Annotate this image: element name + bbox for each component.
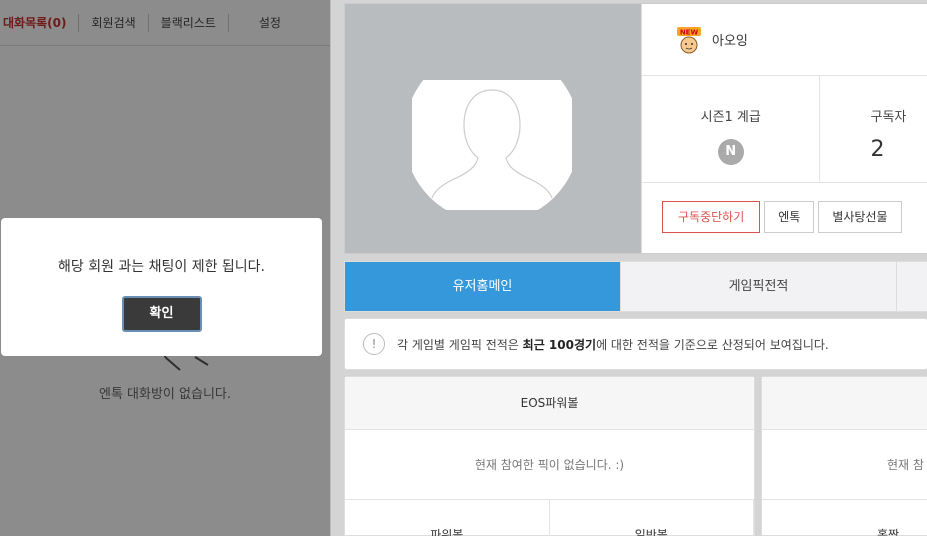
game-card-columns: 파워볼 일반볼 [345, 500, 754, 536]
record-notice: ! 각 게임별 게임픽 전적은 최근 100경기에 대한 전적을 기준으로 산정… [344, 318, 927, 370]
new-level-icon: NEW [677, 26, 701, 53]
profile-card: NEW 아오잉 시즌1 계급 N 구독자 2 구독중단하기 엔톡 별사탕선물 [344, 3, 927, 254]
season-rank: 시즌1 계급 N [642, 76, 821, 182]
gift-star-candy-button[interactable]: 별사탕선물 [818, 201, 902, 233]
subscriber-label: 구독자 [870, 110, 907, 125]
entalk-button[interactable]: 엔톡 [764, 201, 815, 233]
profile-photo-area [345, 4, 641, 253]
chat-panel: 대화목록(0) 회원검색 블랙리스트 설정 엔톡 대화방이 없습니다. 해당 회… [0, 0, 330, 536]
tab-game-pick-record[interactable]: 게임픽전적 [621, 262, 897, 311]
user-home-panel: NEW 아오잉 시즌1 계급 N 구독자 2 구독중단하기 엔톡 별사탕선물 유… [330, 0, 927, 536]
svg-text:NEW: NEW [680, 28, 699, 36]
alert-message: 해당 회원 과는 채팅이 제한 됩니다. [57, 259, 266, 275]
user-home-nav: 유저홈메인 게임픽전적 [344, 261, 927, 312]
rank-badge-icon: N [717, 139, 744, 165]
column-normalball: 일반볼 [550, 500, 754, 536]
profile-nickname: 아오잉 [712, 34, 748, 49]
confirm-button[interactable]: 확인 [121, 296, 202, 332]
avatar-placeholder-icon [412, 80, 572, 210]
tab-user-home-main[interactable]: 유저홈메인 [345, 262, 621, 311]
profile-name-row: NEW 아오잉 [642, 4, 927, 76]
exclamation-icon: ! [363, 333, 385, 355]
profile-info: NEW 아오잉 시즌1 계급 N 구독자 2 구독중단하기 엔톡 별사탕선물 [641, 4, 927, 253]
game-card-empty: 현재 참여한 픽이 없습니다. :) [345, 430, 754, 500]
column-odd-even: 홀짝 [762, 500, 927, 536]
game-card-title: E [762, 377, 927, 430]
column-powerball: 파워볼 [345, 500, 550, 536]
game-record-card: E 현재 참 홀짝 [761, 376, 927, 536]
profile-stats: 시즌1 계급 N 구독자 2 [642, 76, 927, 183]
subscriber-count: 2 [870, 137, 885, 162]
notice-text: 각 게임별 게임픽 전적은 최근 100경기에 대한 전적을 기준으로 산정되어… [397, 337, 829, 352]
game-card-columns: 홀짝 [762, 500, 927, 536]
alert-dialog: 해당 회원 과는 채팅이 제한 됩니다. 확인 [1, 218, 322, 356]
season-rank-label: 시즌1 계급 [700, 110, 761, 125]
game-card-title: EOS파워볼 [345, 377, 754, 430]
unsubscribe-button[interactable]: 구독중단하기 [662, 201, 761, 233]
profile-actions: 구독중단하기 엔톡 별사탕선물 [642, 183, 927, 233]
subscriber-stat: 구독자 2 [820, 76, 927, 182]
game-card-empty: 현재 참 [762, 430, 927, 500]
game-record-card: EOS파워볼 현재 참여한 픽이 없습니다. :) 파워볼 일반볼 [344, 376, 755, 536]
